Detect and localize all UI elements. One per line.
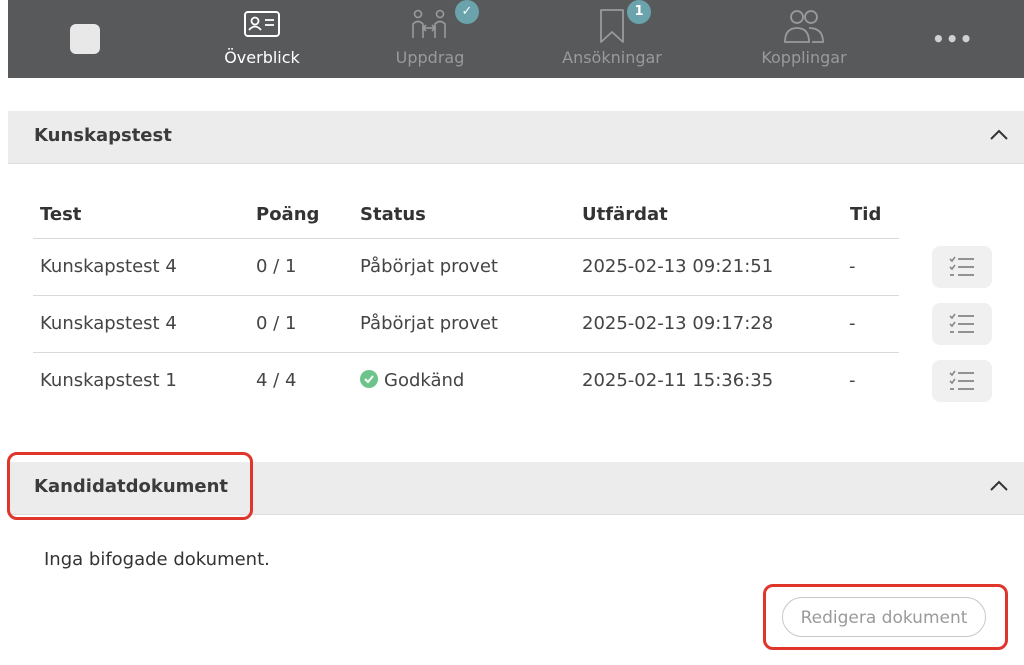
chevron-up-icon[interactable] xyxy=(988,127,1010,147)
checklist-icon xyxy=(949,370,974,390)
count-badge: 1 xyxy=(627,0,651,24)
people-handshake-icon xyxy=(408,8,452,48)
nav-label: Överblick xyxy=(224,48,300,67)
nav-label: Ansökningar xyxy=(562,48,662,67)
column-header-test: Test xyxy=(40,204,82,225)
nav-item-kopplingar[interactable]: Kopplingar xyxy=(744,0,864,78)
check-circle-icon xyxy=(360,370,378,388)
test-status: Påbörjat provet xyxy=(360,256,498,277)
test-time: - xyxy=(849,256,856,277)
test-details-button[interactable] xyxy=(932,246,992,288)
test-status: Påbörjat provet xyxy=(360,313,498,334)
test-time: - xyxy=(849,313,856,334)
users-icon xyxy=(782,8,826,48)
test-score: 0 / 1 xyxy=(256,313,297,334)
section-title: Kunskapstest xyxy=(34,125,172,146)
check-badge-icon: ✓ xyxy=(455,0,479,24)
test-details-button[interactable] xyxy=(932,360,992,402)
checklist-icon xyxy=(949,256,974,276)
nav-label: Uppdrag xyxy=(395,48,465,67)
column-header-tid: Tid xyxy=(850,204,882,225)
column-header-utfardat: Utfärdat xyxy=(582,204,668,225)
highlight-box xyxy=(763,584,1008,650)
test-issued: 2025-02-13 09:21:51 xyxy=(582,256,774,277)
nav-item-uppdrag[interactable]: ✓ Uppdrag xyxy=(380,0,480,78)
no-documents-text: Inga bifogade dokument. xyxy=(44,549,270,570)
table-row: Kunskapstest 4 0 / 1 Påbörjat provet 202… xyxy=(33,238,899,296)
more-menu-icon[interactable]: ••• xyxy=(932,27,972,51)
column-header-poang: Poäng xyxy=(256,204,320,225)
nav-item-ansokningar[interactable]: 1 Ansökningar xyxy=(552,0,672,78)
table-row: Kunskapstest 4 0 / 1 Påbörjat provet 202… xyxy=(33,295,899,353)
test-name: Kunskapstest 1 xyxy=(40,370,177,391)
test-details-button[interactable] xyxy=(932,303,992,345)
test-score: 4 / 4 xyxy=(256,370,297,391)
test-time: - xyxy=(849,370,856,391)
nav-item-overblick[interactable]: Överblick xyxy=(212,0,312,78)
column-header-status: Status xyxy=(360,204,426,225)
highlight-box xyxy=(7,452,253,520)
test-issued: 2025-02-11 15:36:35 xyxy=(582,370,774,391)
test-status-passed: Godkänd xyxy=(360,370,464,391)
checklist-icon xyxy=(949,313,974,333)
test-score: 0 / 1 xyxy=(256,256,297,277)
nav-label: Kopplingar xyxy=(761,48,847,67)
test-issued: 2025-02-13 09:17:28 xyxy=(582,313,774,334)
bookmark-icon xyxy=(597,8,627,48)
status-text: Godkänd xyxy=(384,370,465,391)
kunskapstest-section-header[interactable]: Kunskapstest xyxy=(8,111,1024,164)
test-name: Kunskapstest 4 xyxy=(40,256,177,277)
top-navigation: Överblick ✓ Uppdrag 1 Ansökningar Koppli… xyxy=(8,0,1024,78)
id-card-icon xyxy=(243,8,281,44)
table-row: Kunskapstest 1 4 / 4 Godkänd 2025-02-11 … xyxy=(33,352,899,410)
chevron-up-icon[interactable] xyxy=(988,478,1010,498)
test-name: Kunskapstest 4 xyxy=(40,313,177,334)
logo[interactable] xyxy=(70,24,100,54)
